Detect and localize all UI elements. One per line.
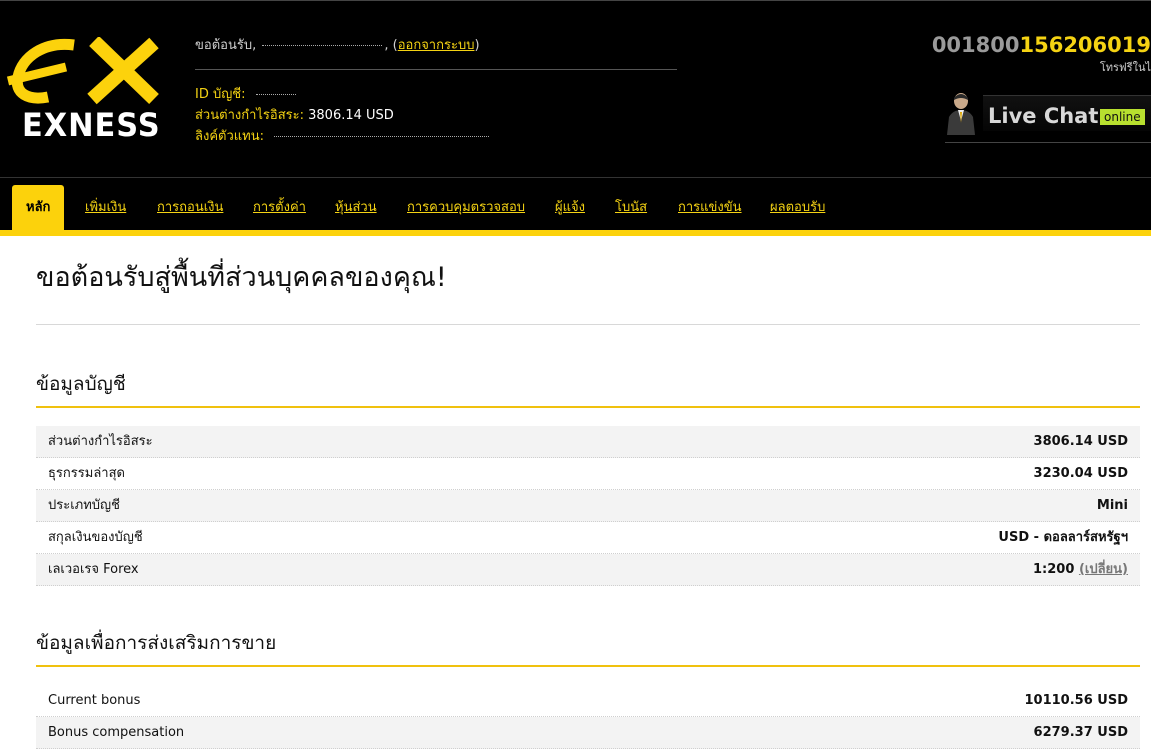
table-row: ธุรกรรมล่าสุด 3230.04 USD [36, 458, 1140, 490]
row-value: USD - ดอลลาร์สหรัฐฯ [998, 530, 1128, 545]
phone-prefix: 001800 [931, 33, 1020, 57]
row-value: 6279.37 USD [1033, 725, 1128, 740]
change-leverage-link[interactable]: (เปลี่ยน) [1079, 562, 1128, 577]
row-label: Current bonus [48, 693, 141, 708]
row-label: Bonus compensation [48, 725, 185, 740]
row-label: ประเภทบัญชี [48, 498, 120, 513]
tab-informer[interactable]: ผู้แจ้ง [555, 185, 585, 231]
tab-withdrawal[interactable]: การถอนเงิน [157, 185, 223, 231]
table-row: Current bonus 10110.56 USD [36, 685, 1140, 717]
promo-info-rule [36, 665, 1140, 667]
masked-account-id [255, 93, 296, 96]
phone-subtitle: โทรฟรีในไ [1099, 61, 1151, 74]
leverage-value: 1:200 [1033, 562, 1075, 577]
promo-info-heading: ข้อมูลเพื่อการส่งเสริมการขาย [36, 632, 277, 654]
page-title: ขอต้อนรับสู่พื้นที่ส่วนบุคคลของคุณ! [36, 262, 447, 293]
tab-deposit[interactable]: เพิ่มเงิน [85, 185, 126, 231]
logout-link[interactable]: ออกจากระบบ [398, 38, 475, 53]
tab-contests[interactable]: การแข่งขัน [678, 185, 742, 231]
row-label: สกุลเงินของบัญชี [48, 530, 143, 545]
promo-info-table: Current bonus 10110.56 USD Bonus compens… [36, 685, 1140, 749]
welcome-suffix: , [384, 38, 389, 53]
masked-username [262, 44, 383, 47]
support-phone[interactable]: 001800156206019 [932, 33, 1151, 57]
agent-link-label: ลิงค์ตัวแทน: [195, 129, 264, 144]
row-value: 3806.14 USD [1033, 434, 1128, 449]
account-info-heading: ข้อมูลบัญชี [36, 373, 126, 395]
row-label: เลเวอเรจ Forex [48, 562, 139, 577]
tab-settings[interactable]: การตั้งค่า [253, 185, 306, 231]
table-row: สกุลเงินของบัญชี USD - ดอลลาร์สหรัฐฯ [36, 522, 1140, 554]
welcome-line: ขอต้อนรับ, , (ออกจากระบบ) [195, 38, 480, 53]
row-value-leverage: 1:200 (เปลี่ยน) [1033, 554, 1128, 586]
live-chat-widget[interactable]: Live Chat online [945, 91, 1151, 143]
free-margin-value: 3806.14 USD [308, 108, 394, 123]
title-divider [36, 324, 1140, 325]
online-status-badge: online [1100, 109, 1145, 125]
welcome-prefix: ขอต้อนรับ, [195, 38, 257, 53]
table-row: เลเวอเรจ Forex 1:200 (เปลี่ยน) [36, 554, 1140, 586]
header-divider [195, 69, 677, 70]
table-row: ส่วนต่างกำไรอิสระ 3806.14 USD [36, 426, 1140, 458]
logo-wordmark: EXNESS [22, 106, 161, 144]
tab-home[interactable]: หลัก [12, 185, 65, 231]
row-value: 3230.04 USD [1033, 466, 1128, 481]
free-margin-label: ส่วนต่างกำไรอิสระ: [195, 108, 304, 123]
live-chat-label[interactable]: Live Chat [988, 104, 1098, 128]
row-value: 10110.56 USD [1024, 693, 1129, 708]
masked-agent-link[interactable] [274, 135, 490, 138]
header: EXNESS ขอต้อนรับ, , (ออกจากระบบ) ID บัญช… [0, 0, 1151, 177]
account-summary: ID บัญชี: ส่วนต่างกำไรอิสระ: 3806.14 USD… [195, 84, 490, 147]
row-label: ส่วนต่างกำไรอิสระ [48, 434, 153, 449]
nav-underline [0, 230, 1151, 236]
table-row: ประเภทบัญชี Mini [36, 490, 1140, 522]
tab-bonus[interactable]: โบนัส [615, 185, 647, 231]
account-info-table: ส่วนต่างกำไรอิสระ 3806.14 USD ธุรกรรมล่า… [36, 426, 1140, 586]
support-agent-icon [947, 93, 975, 135]
account-info-rule [36, 406, 1140, 408]
phone-number: 156206019 [1019, 33, 1151, 57]
tab-partners[interactable]: หุ้นส่วน [335, 185, 377, 231]
table-row: Bonus compensation 6279.37 USD [36, 717, 1140, 749]
tab-monitoring[interactable]: การควบคุมตรวจสอบ [407, 185, 525, 231]
row-value: Mini [1096, 498, 1128, 513]
account-id-label: ID บัญชี: [195, 87, 246, 102]
tab-feedback[interactable]: ผลตอบรับ [770, 185, 825, 231]
main-nav: หลัก เพิ่มเงิน การถอนเงิน การตั้งค่า หุ้… [0, 177, 1151, 231]
row-label: ธุรกรรมล่าสุด [48, 466, 125, 481]
